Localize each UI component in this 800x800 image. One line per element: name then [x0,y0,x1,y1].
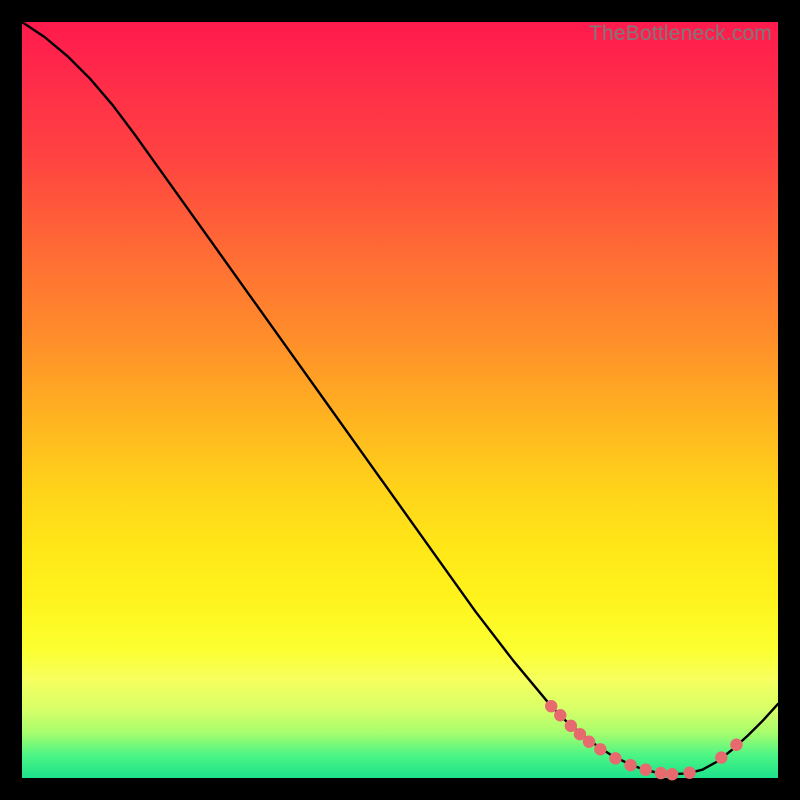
data-points [545,700,743,780]
chart-frame: TheBottleneck.com [0,0,800,800]
data-point [624,759,636,771]
data-point [640,763,652,775]
data-point [683,767,695,779]
data-point [554,709,566,721]
data-point [666,768,678,780]
curve-line [22,22,778,774]
data-point [594,743,606,755]
data-point [583,736,595,748]
data-point [609,752,621,764]
data-point [655,767,667,779]
data-point [730,739,742,751]
data-point [715,751,727,763]
data-point [545,700,557,712]
plot-area: TheBottleneck.com [22,22,778,778]
chart-svg [22,22,778,778]
